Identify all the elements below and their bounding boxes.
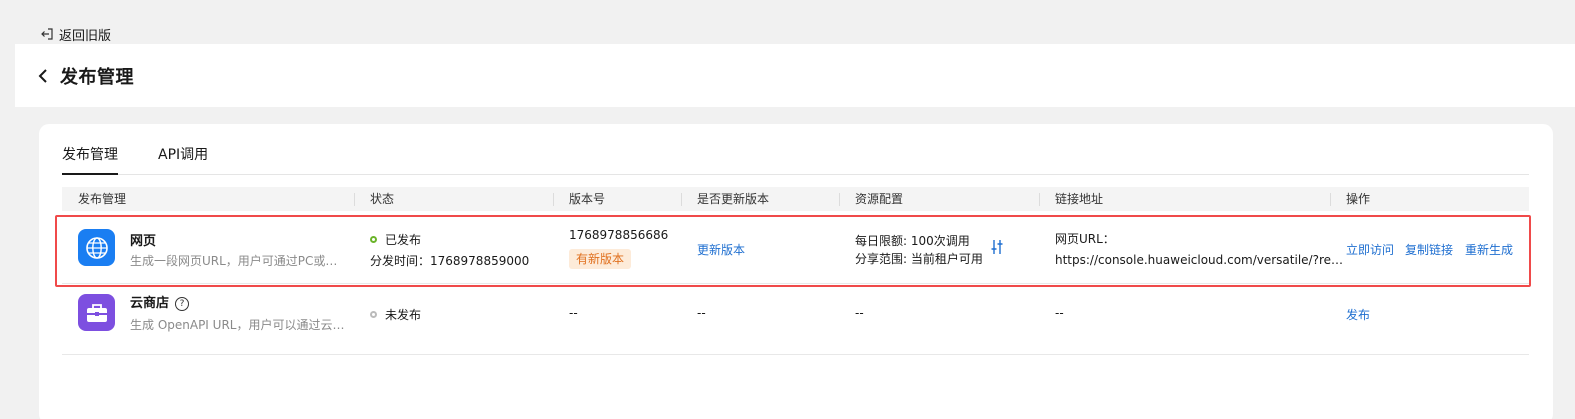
version-number: -- bbox=[569, 306, 578, 320]
publish-link[interactable]: 发布 bbox=[1346, 306, 1370, 323]
globe-icon bbox=[78, 229, 115, 266]
chevron-left-icon bbox=[38, 69, 47, 83]
status: 未发布 bbox=[370, 306, 421, 323]
column-header-version: 版本号 bbox=[569, 192, 606, 206]
version-number: 1768978856686 bbox=[569, 228, 669, 242]
table-header: 发布管理 状态 版本号 是否更新版本 资源配置 链接地址 操作 bbox=[62, 187, 1529, 211]
update-version-link[interactable]: 更新版本 bbox=[697, 241, 745, 258]
column-header-update: 是否更新版本 bbox=[697, 192, 770, 206]
column-header-link: 链接地址 bbox=[1055, 192, 1104, 206]
app-description: 生成一段网页URL，用户可通过PC或… bbox=[130, 254, 338, 268]
back-to-old-version-link[interactable]: 返回旧版 bbox=[40, 24, 111, 44]
status-label: 未发布 bbox=[385, 308, 422, 322]
column-divider bbox=[553, 193, 554, 206]
publish-time: 分发时间：1768978859000 bbox=[370, 254, 530, 268]
column-header-actions: 操作 bbox=[1346, 192, 1371, 206]
page: 返回旧版 发布管理 发布管理 API调用 发布管理 状态 版本号 是否更新版本 bbox=[0, 0, 1575, 419]
column-divider bbox=[839, 193, 840, 206]
column-divider bbox=[681, 193, 682, 206]
question-circle-icon[interactable]: ? bbox=[175, 297, 190, 311]
app-description: 生成 OpenAPI URL，用户可以通过云… bbox=[130, 318, 345, 332]
header: 发布管理 bbox=[15, 44, 1575, 107]
share-scope: 分享范围: 当前租户可用 bbox=[855, 252, 983, 266]
column-header-publish: 发布管理 bbox=[78, 192, 127, 206]
status-label: 已发布 bbox=[385, 233, 422, 247]
page-title: 发布管理 bbox=[60, 67, 134, 88]
new-version-badge: 有新版本 bbox=[569, 249, 632, 269]
publish-table: 发布管理 状态 版本号 是否更新版本 资源配置 链接地址 操作 网页 生成一段网… bbox=[62, 187, 1529, 355]
status-dot-published bbox=[370, 236, 377, 243]
table-row-cloud-store: 云商店? 生成 OpenAPI URL，用户可以通过云… 未发布 -- -- -… bbox=[62, 284, 1529, 355]
app-name: 云商店 bbox=[130, 296, 170, 311]
sliders-icon[interactable] bbox=[990, 239, 1004, 258]
regenerate-link[interactable]: 重新生成 bbox=[1465, 241, 1513, 258]
link-address: -- bbox=[1055, 306, 1064, 320]
status-dot-unpublished bbox=[370, 311, 377, 318]
header-back-button[interactable] bbox=[37, 66, 53, 86]
tab-api-call[interactable]: API调用 bbox=[158, 144, 208, 173]
daily-quota: 每日限额: 100次调用 bbox=[855, 234, 970, 248]
logout-icon bbox=[41, 28, 53, 40]
url-value: https://console.huaweicloud.com/versatil… bbox=[1055, 253, 1344, 267]
visit-now-link[interactable]: 立即访问 bbox=[1346, 241, 1394, 258]
column-divider bbox=[354, 193, 355, 206]
tab-publish-management[interactable]: 发布管理 bbox=[62, 144, 118, 175]
tab-bar: 发布管理 API调用 bbox=[62, 144, 1529, 175]
app-name: 网页 bbox=[130, 234, 157, 249]
main-card: 发布管理 API调用 发布管理 状态 版本号 是否更新版本 资源配置 链接地址 … bbox=[39, 124, 1553, 419]
column-header-resource: 资源配置 bbox=[855, 192, 904, 206]
status: 已发布 bbox=[370, 231, 421, 248]
app-name-row: 云商店? bbox=[130, 292, 190, 311]
update-version: -- bbox=[697, 306, 706, 320]
briefcase-icon bbox=[78, 294, 115, 331]
resource-config: -- bbox=[855, 306, 864, 320]
copy-link-link[interactable]: 复制链接 bbox=[1405, 241, 1453, 258]
column-divider bbox=[1039, 193, 1040, 206]
back-old-label: 返回旧版 bbox=[59, 28, 112, 44]
url-label: 网页URL： bbox=[1055, 232, 1115, 246]
column-divider bbox=[1330, 193, 1331, 206]
table-row-web: 网页 生成一段网页URL，用户可通过PC或… 已发布 分发时间：17689788… bbox=[62, 211, 1529, 284]
column-header-status: 状态 bbox=[370, 192, 395, 206]
